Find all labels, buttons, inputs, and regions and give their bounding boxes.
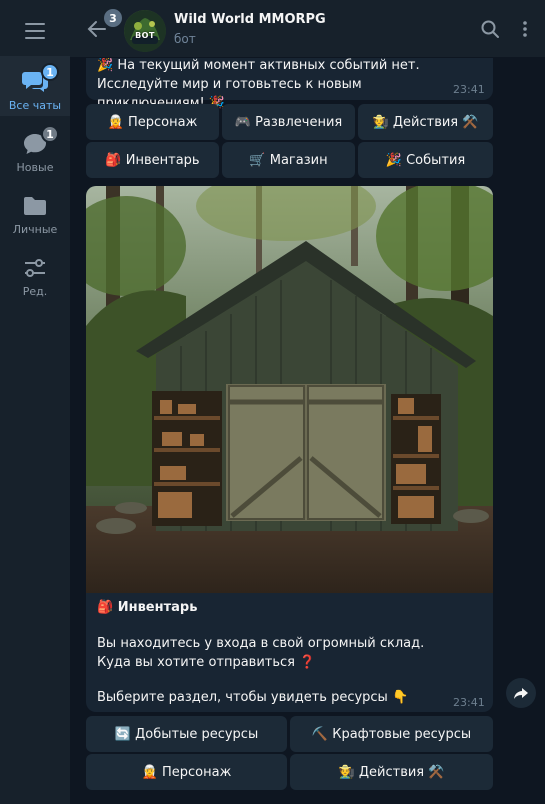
warehouse-image[interactable] [86, 186, 493, 593]
chat-title: Wild World MMORPG [174, 12, 326, 27]
caption-line-1: Вы находитесь у входа в свой огромный ск… [97, 636, 425, 651]
folder-icon [21, 193, 49, 219]
folder-badge: 1 [41, 63, 59, 81]
caption-line-2: Куда вы хотите отправиться ❓ [97, 655, 316, 670]
kb-button-actions[interactable]: 🧑‍🌾 Действия ⚒️ [358, 104, 493, 140]
folder-rail: 1 Все чаты 1 Новые Личные Ред. [0, 0, 70, 804]
folder-new[interactable]: 1 Новые [0, 118, 70, 178]
kb-button-character[interactable]: 🧝 Персонаж [86, 754, 287, 790]
unread-badge: 3 [104, 9, 122, 27]
caption-heading: 🎒 Инвентарь [97, 600, 198, 615]
chat-subtitle: бот [174, 32, 196, 46]
kb-button-events[interactable]: 🎉 События [358, 142, 493, 178]
forward-arrow-icon [514, 688, 528, 699]
kb-button-shop[interactable]: 🛒 Магазин [222, 142, 355, 178]
folder-label: Ред. [22, 285, 48, 298]
edit-sliders-icon [21, 255, 49, 281]
message-list: 🎉 На текущий момент активных событий нет… [70, 58, 545, 804]
kb-button-inventory[interactable]: 🎒 Инвентарь [86, 142, 219, 178]
caption-line-3: Выберите раздел, чтобы увидеть ресурсы 👇 [97, 690, 409, 705]
kb-button-character[interactable]: 🧝 Персонаж [86, 104, 219, 140]
message-bubble: 🎉 На текущий момент активных событий нет… [86, 58, 493, 111]
message-time: 23:41 [453, 83, 485, 96]
chat-bubble-icon: 1 [21, 125, 59, 157]
kb-button-mined-resources[interactable]: 🔄 Добытые ресурсы [86, 716, 287, 752]
more-menu-icon[interactable] [515, 19, 535, 39]
search-icon[interactable] [480, 19, 500, 39]
folder-all-chats[interactable]: 1 Все чаты [0, 56, 70, 116]
folder-label: Личные [12, 223, 58, 236]
avatar-text: BOT [135, 30, 155, 40]
kb-button-entertainment[interactable]: 🎮 Развлечения [222, 104, 355, 140]
kb-button-actions[interactable]: 🧑‍🌾 Действия ⚒️ [290, 754, 493, 790]
folder-label: Все чаты [8, 99, 62, 112]
folder-edit[interactable]: Ред. [0, 242, 70, 302]
folder-label: Новые [16, 161, 54, 174]
chats-icon: 1 [21, 63, 59, 95]
chat-header: 3 BOT Wild World MMORPG бот [70, 0, 545, 58]
folder-badge: 1 [41, 125, 59, 143]
hamburger-menu-icon[interactable] [0, 8, 70, 54]
forward-button[interactable] [506, 678, 536, 708]
avatar[interactable]: BOT [124, 10, 166, 52]
kb-button-crafted-resources[interactable]: ⛏️ Крафтовые ресурсы [290, 716, 493, 752]
message-time: 23:41 [453, 696, 485, 709]
folder-personal[interactable]: Личные [0, 180, 70, 240]
